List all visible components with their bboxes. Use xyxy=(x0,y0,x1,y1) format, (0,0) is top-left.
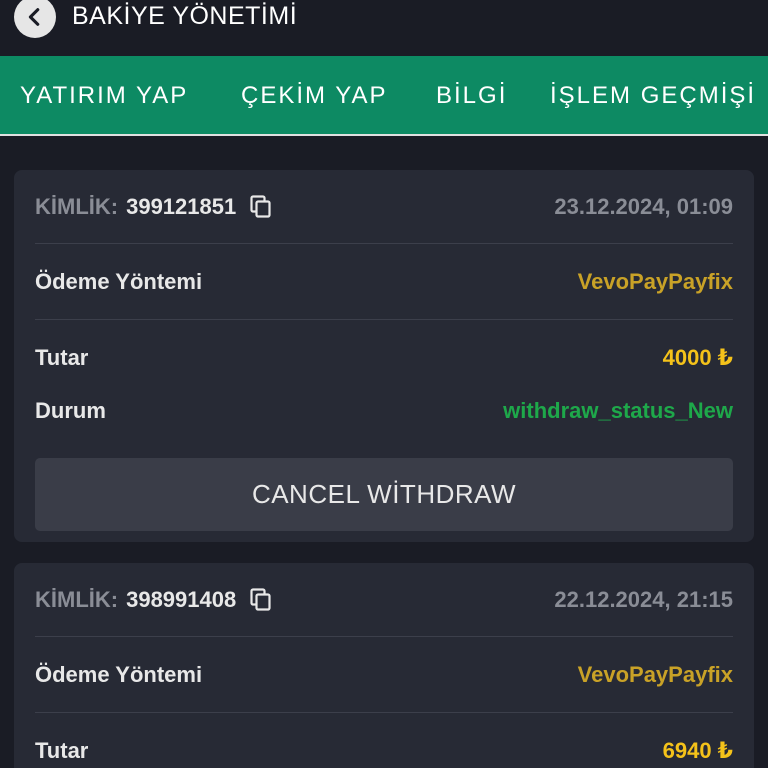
payment-method-value: VevoPayPayfix xyxy=(577,662,733,687)
card-header-row: KİMLİK: 398991408 22.12.2024, 21:15 xyxy=(35,583,733,617)
card-header-row: KİMLİK: 399121851 23.12.2024, 01:09 xyxy=(35,190,733,224)
cancel-withdraw-button[interactable]: CANCEL WİTHDRAW xyxy=(35,458,733,531)
back-button[interactable] xyxy=(14,0,56,38)
tab-transaction-history[interactable]: İŞLEM GEÇMİŞİ xyxy=(550,82,756,110)
page-title: BAKİYE YÖNETİMİ xyxy=(72,2,298,30)
id-value: 399121851 xyxy=(126,194,237,219)
transaction-card: KİMLİK: 398991408 22.12.2024, 21:15 Ödem… xyxy=(14,563,754,768)
chevron-left-icon xyxy=(28,8,40,26)
copy-icon[interactable] xyxy=(250,587,274,613)
status-row: Durum withdraw_status_New xyxy=(35,394,733,428)
amount-value: 4000 ₺ xyxy=(662,345,733,370)
transaction-date: 23.12.2024, 01:09 xyxy=(554,194,733,219)
status-value: withdraw_status_New xyxy=(503,398,733,423)
transaction-card: KİMLİK: 399121851 23.12.2024, 01:09 Ödem… xyxy=(14,170,754,542)
tab-bar: YATIRIM YAP ÇEKİM YAP BİLGİ İŞLEM GEÇMİŞ… xyxy=(0,56,768,136)
payment-method-row: Ödeme Yöntemi VevoPayPayfix xyxy=(35,658,733,692)
divider xyxy=(35,319,733,320)
tab-deposit[interactable]: YATIRIM YAP xyxy=(20,82,188,110)
divider xyxy=(35,636,733,637)
divider xyxy=(35,712,733,713)
tab-withdraw[interactable]: ÇEKİM YAP xyxy=(241,82,387,110)
id-label: KİMLİK: xyxy=(35,194,119,219)
payment-method-row: Ödeme Yöntemi VevoPayPayfix xyxy=(35,265,733,299)
top-bar: BAKİYE YÖNETİMİ xyxy=(0,0,768,56)
transaction-date: 22.12.2024, 21:15 xyxy=(554,587,733,612)
id-label: KİMLİK: xyxy=(35,587,119,612)
amount-value: 6940 ₺ xyxy=(662,738,733,763)
balance-management-page: BAKİYE YÖNETİMİ YATIRIM YAP ÇEKİM YAP Bİ… xyxy=(0,0,768,768)
payment-method-label: Ödeme Yöntemi xyxy=(35,662,203,687)
payment-method-label: Ödeme Yöntemi xyxy=(35,269,203,294)
amount-label: Tutar xyxy=(35,345,89,370)
amount-row: Tutar 4000 ₺ xyxy=(35,341,733,375)
transaction-id: KİMLİK: 398991408 xyxy=(35,587,274,613)
status-label: Durum xyxy=(35,398,106,423)
amount-label: Tutar xyxy=(35,738,89,763)
amount-row: Tutar 6940 ₺ xyxy=(35,734,733,768)
copy-icon[interactable] xyxy=(250,194,274,220)
tab-info[interactable]: BİLGİ xyxy=(436,82,507,110)
id-value: 398991408 xyxy=(126,587,237,612)
transaction-id: KİMLİK: 399121851 xyxy=(35,194,274,220)
payment-method-value: VevoPayPayfix xyxy=(577,269,733,294)
divider xyxy=(35,243,733,244)
